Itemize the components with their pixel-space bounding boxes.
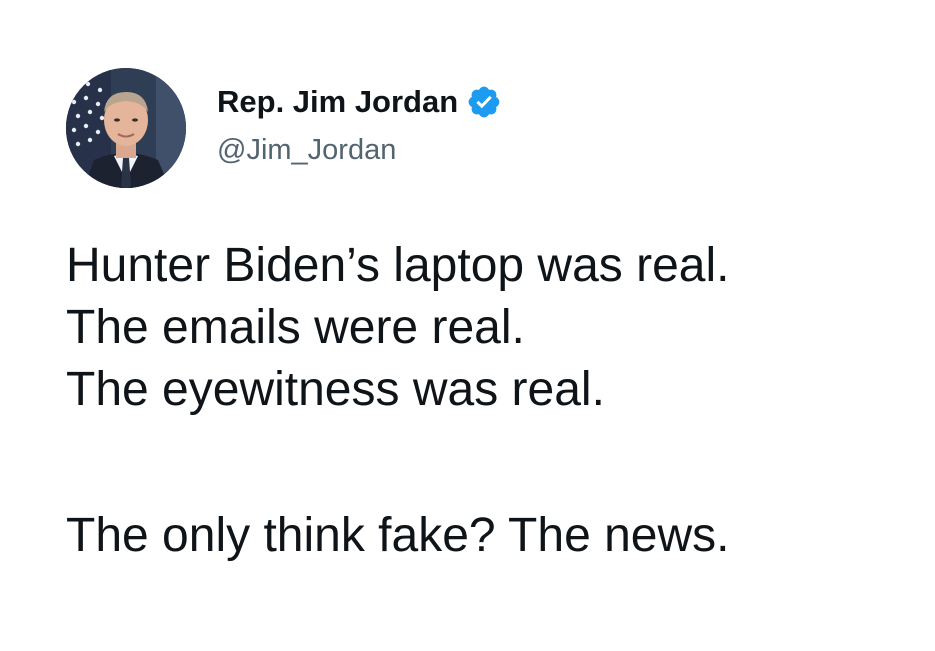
- tweet-card: Rep. Jim Jordan @Jim_Jordan Hunter Biden…: [0, 0, 935, 651]
- author-display-name[interactable]: Rep. Jim Jordan: [217, 82, 458, 122]
- tweet-line: The only think fake? The news.: [66, 509, 730, 562]
- profile-photo-icon: [66, 68, 186, 188]
- author-handle[interactable]: @Jim_Jordan: [217, 132, 396, 168]
- avatar[interactable]: [66, 68, 186, 188]
- tweet-text: Hunter Biden’s laptop was real. The emai…: [66, 235, 926, 567]
- author-name-row: Rep. Jim Jordan: [217, 82, 502, 122]
- verified-badge-icon: [468, 86, 500, 118]
- tweet-line: The eyewitness was real.: [66, 363, 605, 416]
- tweet-line: The emails were real.: [66, 301, 525, 354]
- tweet-line: Hunter Biden’s laptop was real.: [66, 239, 730, 292]
